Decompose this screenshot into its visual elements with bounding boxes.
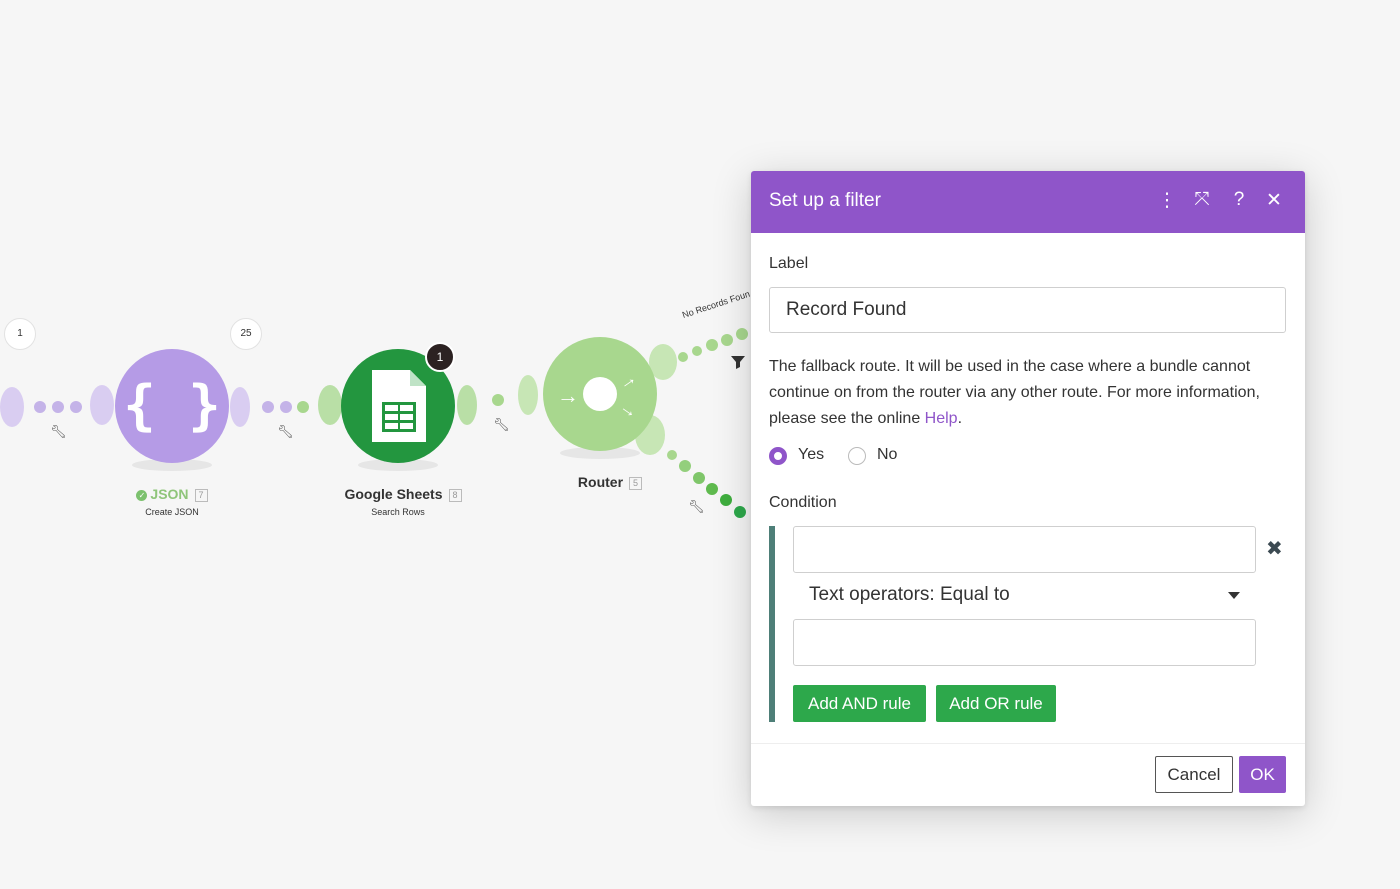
add-and-rule-button[interactable]: Add AND rule [793, 685, 926, 722]
operator-select-value: Text operators: Equal to [809, 584, 1010, 605]
close-icon[interactable]: ✕ [1262, 189, 1286, 212]
operator-select[interactable]: Text operators: Equal to [793, 574, 1256, 616]
router-module-title: Router 5 [560, 474, 660, 490]
wrench-icon[interactable]: 🔧︎ [277, 424, 294, 440]
spreadsheet-icon [372, 370, 426, 442]
expand-icon[interactable]: ⤧ [1190, 189, 1214, 211]
braces-icon: { } [123, 374, 221, 437]
operations-badge[interactable]: 1 [425, 342, 455, 372]
more-vertical-icon[interactable]: ⋮ [1155, 189, 1179, 212]
condition-heading: Condition [769, 494, 837, 511]
fallback-no-radio[interactable] [848, 447, 866, 465]
fallback-yes-radio[interactable] [769, 447, 787, 465]
condition-first-operand-input[interactable] [793, 526, 1256, 573]
bundle-counter-json[interactable]: 25 [230, 318, 262, 350]
json-module-title: ✓ JSON 7 [112, 486, 232, 502]
json-module-subtitle: Create JSON [145, 507, 199, 517]
remove-rule-icon[interactable]: ✖ [1266, 536, 1283, 561]
wrench-icon[interactable]: 🔧︎ [493, 417, 510, 433]
dialog-footer-divider [751, 743, 1305, 744]
cancel-button[interactable]: Cancel [1155, 756, 1233, 793]
connection-json-to-sheets [230, 385, 342, 427]
fallback-no-label[interactable]: No [877, 446, 897, 464]
dialog-header: Set up a filter ⋮ ⤧ ? ✕ [751, 171, 1305, 233]
connection-left-to-json [0, 385, 114, 427]
help-link[interactable]: Help [925, 410, 958, 427]
bundle-counter-left[interactable]: 1 [4, 318, 36, 350]
wrench-icon[interactable]: 🔧︎ [50, 424, 67, 440]
route-top [649, 328, 748, 380]
dialog-title: Set up a filter [769, 190, 881, 211]
add-or-rule-button[interactable]: Add OR rule [936, 685, 1056, 722]
label-heading: Label [769, 255, 809, 272]
arrow-right-icon: → [557, 383, 579, 408]
check-icon: ✓ [136, 489, 148, 501]
sheets-module-subtitle: Search Rows [371, 507, 425, 517]
fallback-description: The fallback route. It will be used in t… [769, 358, 1260, 427]
router-hub-icon [583, 377, 617, 411]
json-module[interactable]: { } [115, 349, 229, 471]
ok-button[interactable]: OK [1239, 756, 1286, 793]
wrench-icon[interactable]: 🔧︎ [688, 499, 705, 515]
sheets-module-title: Google Sheets 8 [318, 486, 488, 502]
filter-dialog: Set up a filter ⋮ ⤧ ? ✕ Label Record Fou… [751, 171, 1305, 806]
condition-group-bar [769, 526, 775, 722]
filter-icon[interactable] [731, 356, 745, 369]
fallback-yes-label[interactable]: Yes [798, 446, 824, 464]
condition-second-operand-input[interactable] [793, 619, 1256, 666]
label-input[interactable]: Record Found [769, 287, 1286, 333]
chevron-down-icon [1228, 592, 1240, 599]
help-icon[interactable]: ? [1227, 189, 1251, 211]
